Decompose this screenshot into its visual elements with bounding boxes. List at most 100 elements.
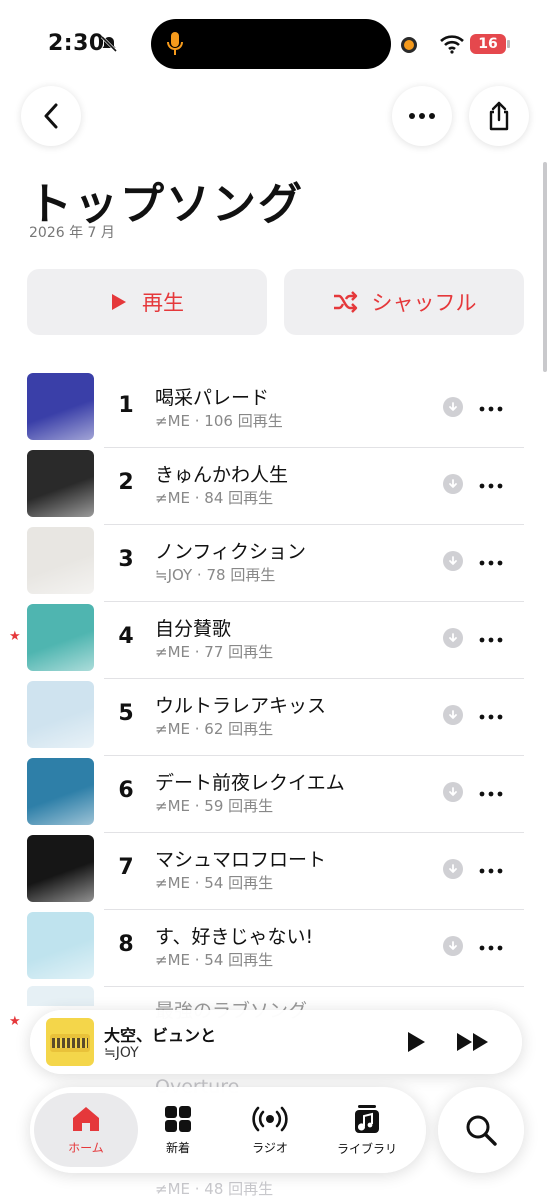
song-title: きゅんかわ人生 — [155, 464, 289, 486]
song-artwork — [27, 912, 94, 979]
play-label: 再生 — [142, 291, 184, 315]
song-more-button[interactable] — [479, 703, 503, 723]
scrollbar[interactable] — [543, 162, 547, 372]
tab-home[interactable]: ホーム — [34, 1093, 138, 1167]
download-button[interactable] — [443, 705, 463, 725]
share-button[interactable] — [469, 86, 529, 146]
search-icon — [466, 1115, 497, 1146]
song-title: マシュマロフロート — [155, 849, 327, 871]
tab-new[interactable]: 新着 — [128, 1087, 228, 1173]
tab-radio-label: ラジオ — [252, 1140, 288, 1155]
song-more-button[interactable] — [479, 934, 503, 954]
mini-play-button[interactable] — [403, 1030, 427, 1054]
tab-bar: ホーム 新着 ラジオ ライブラリ — [30, 1087, 426, 1173]
song-row[interactable]: 5 ウルトラレアキッス ≠ME · 62 回再生 — [0, 679, 552, 756]
song-artwork-partial — [27, 986, 94, 1006]
song-artwork — [27, 681, 94, 748]
song-rank: 1 — [118, 393, 134, 418]
song-meta-partial: ≠ME · 48 回再生 — [155, 1180, 274, 1198]
favorite-star-icon: ★ — [9, 1014, 21, 1029]
song-more-button[interactable] — [479, 857, 503, 877]
song-artwork — [27, 527, 94, 594]
share-icon — [489, 101, 509, 131]
download-arrow-icon — [449, 556, 457, 565]
tab-radio[interactable]: ラジオ — [220, 1087, 320, 1173]
play-button[interactable]: 再生 — [27, 269, 267, 335]
song-rank: 7 — [118, 855, 134, 880]
more-options-button[interactable] — [392, 86, 452, 146]
favorite-star-icon: ★ — [9, 629, 21, 644]
download-button[interactable] — [443, 551, 463, 571]
download-arrow-icon — [449, 633, 457, 642]
grid-icon — [165, 1105, 191, 1132]
song-title: す、好きじゃない! — [155, 926, 314, 948]
song-artwork — [27, 604, 94, 671]
library-icon — [355, 1104, 379, 1133]
download-arrow-icon — [449, 864, 457, 873]
download-button[interactable] — [443, 859, 463, 879]
fast-forward-button[interactable] — [455, 1030, 491, 1054]
download-arrow-icon — [449, 941, 457, 950]
song-row[interactable]: 1 喝采パレード ≠ME · 106 回再生 — [0, 371, 552, 448]
battery-indicator: 16 — [470, 34, 506, 54]
song-meta: ≠ME · 84 回再生 — [155, 489, 274, 507]
status-bar: 2:30 16 — [0, 0, 552, 80]
download-arrow-icon — [449, 479, 457, 488]
song-artwork — [27, 373, 94, 440]
song-more-button[interactable] — [479, 780, 503, 800]
home-icon — [73, 1106, 99, 1131]
song-row[interactable]: 2 きゅんかわ人生 ≠ME · 84 回再生 — [0, 448, 552, 525]
song-meta: ≠ME · 62 回再生 — [155, 720, 274, 738]
song-meta: ≠ME · 106 回再生 — [155, 412, 283, 430]
tab-library[interactable]: ライブラリ — [317, 1087, 417, 1173]
back-button[interactable] — [21, 86, 81, 146]
status-time: 2:30 — [48, 31, 105, 56]
download-button[interactable] — [443, 474, 463, 494]
song-more-button[interactable] — [479, 472, 503, 492]
song-rank: 3 — [118, 547, 134, 572]
song-artwork — [27, 758, 94, 825]
search-button[interactable] — [438, 1087, 524, 1173]
song-meta: ≠ME · 59 回再生 — [155, 797, 274, 815]
ellipsis-icon — [479, 483, 503, 489]
song-meta: ≠ME · 77 回再生 — [155, 643, 274, 661]
now-playing-title: 大空、ビュンと — [104, 1026, 217, 1045]
tab-library-label: ライブラリ — [336, 1141, 397, 1156]
song-title: デート前夜レクイエム — [155, 772, 345, 794]
download-button[interactable] — [443, 397, 463, 417]
song-more-button[interactable] — [479, 395, 503, 415]
tab-home-label: ホーム — [68, 1140, 104, 1155]
song-row[interactable]: 6 デート前夜レクイエム ≠ME · 59 回再生 — [0, 756, 552, 833]
song-row[interactable]: ★ 4 自分賛歌 ≠ME · 77 回再生 — [0, 602, 552, 679]
song-artwork — [27, 835, 94, 902]
dynamic-island — [151, 19, 391, 69]
song-rank: 2 — [118, 470, 134, 495]
song-title: ノンフィクション — [155, 541, 307, 563]
tab-new-label: 新着 — [165, 1140, 190, 1155]
song-artwork — [27, 450, 94, 517]
download-arrow-icon — [449, 710, 457, 719]
download-arrow-icon — [449, 402, 457, 411]
page-subtitle: 2026 年 7 月 — [29, 225, 115, 241]
radio-icon — [252, 1106, 288, 1131]
microphone-icon — [167, 32, 183, 55]
song-rank: 5 — [118, 701, 134, 726]
song-more-button[interactable] — [479, 626, 503, 646]
row-divider — [104, 986, 524, 987]
ellipsis-icon — [479, 406, 503, 412]
song-row[interactable]: 3 ノンフィクション ≒JOY · 78 回再生 — [0, 525, 552, 602]
privacy-indicator — [401, 37, 417, 53]
ellipsis-icon — [479, 560, 503, 566]
ellipsis-icon — [479, 945, 503, 951]
song-row[interactable]: 7 マシュマロフロート ≠ME · 54 回再生 — [0, 833, 552, 910]
download-button[interactable] — [443, 936, 463, 956]
download-button[interactable] — [443, 782, 463, 802]
download-arrow-icon — [449, 787, 457, 796]
download-button[interactable] — [443, 628, 463, 648]
shuffle-button[interactable]: シャッフル — [284, 269, 524, 335]
song-row[interactable]: 8 す、好きじゃない! ≠ME · 54 回再生 — [0, 910, 552, 987]
now-playing-artwork — [46, 1018, 94, 1066]
song-more-button[interactable] — [479, 549, 503, 569]
battery-cap — [507, 40, 510, 48]
mini-player[interactable]: 大空、ビュンと ≒JOY — [30, 1010, 522, 1074]
